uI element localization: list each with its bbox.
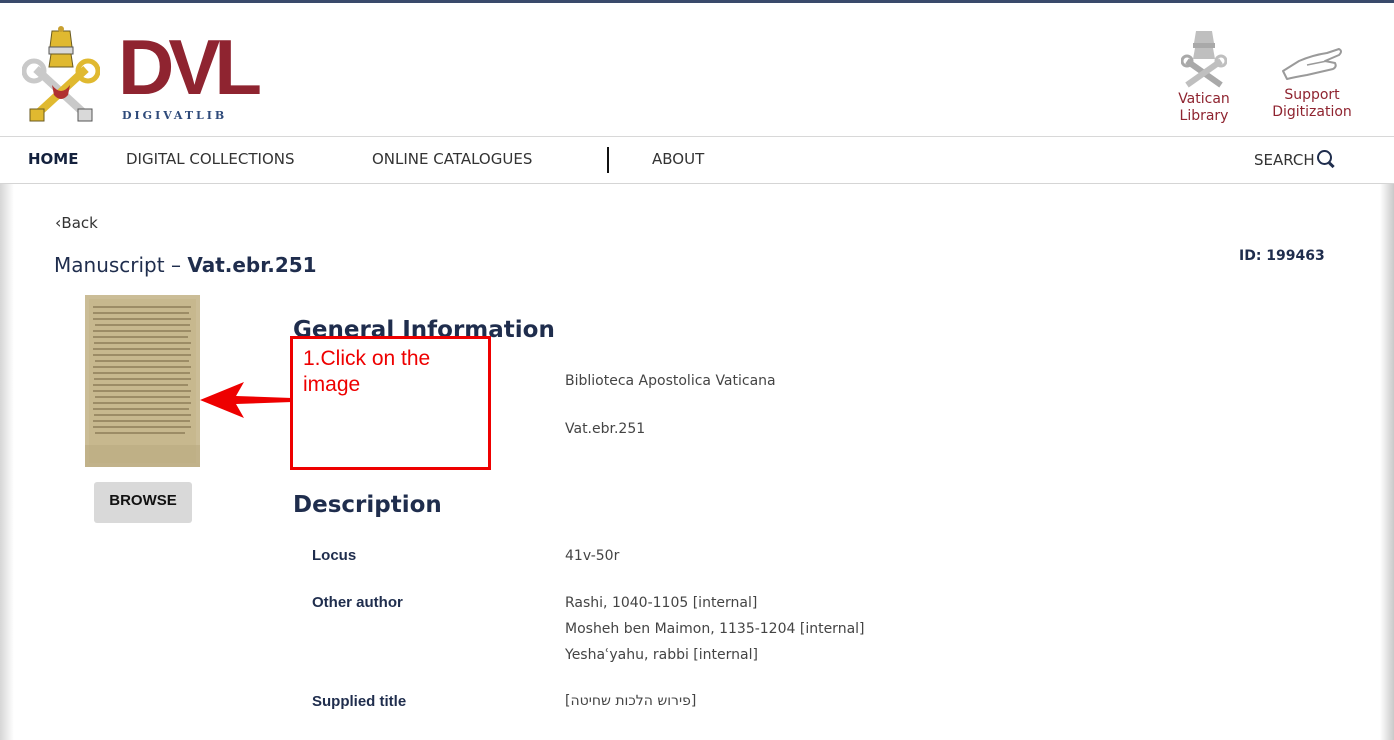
annotation-text-line1: 1.Click on the	[303, 347, 431, 370]
record-id: ID: 199463	[1239, 248, 1325, 264]
back-link[interactable]: ‹Back	[55, 213, 98, 232]
browse-button[interactable]: BROWSE	[94, 482, 192, 523]
holding-institution-value: Biblioteca Apostolica Vaticana	[565, 373, 776, 389]
dvl-logo[interactable]: DVL	[118, 27, 262, 107]
nav-home[interactable]: HOME	[28, 150, 78, 168]
back-label: Back	[61, 214, 98, 232]
papal-crest-logo[interactable]	[21, 25, 101, 125]
manuscript-thumbnail[interactable]	[85, 295, 200, 467]
support-line2: Digitization	[1272, 104, 1352, 120]
search-button[interactable]: SEARCH	[1254, 150, 1332, 169]
annotation-arrow-icon	[200, 382, 292, 418]
search-icon	[1316, 150, 1332, 165]
nav-about[interactable]: ABOUT	[652, 150, 704, 168]
support-digitization-link[interactable]: Support Digitization	[1256, 41, 1368, 131]
vatican-crest-icon	[1181, 31, 1227, 88]
search-label: SEARCH	[1254, 151, 1315, 169]
nav-divider	[607, 147, 609, 173]
description-heading: Description	[293, 492, 442, 518]
other-author-label: Other author	[312, 594, 403, 611]
vatican-library-line2: Library	[1179, 108, 1229, 124]
main-nav: HOME DIGITAL COLLECTIONS ONLINE CATALOGU…	[0, 137, 1394, 184]
site-header: DVL DIGIVATLIB Vatican Library Support D…	[0, 3, 1394, 137]
nav-digital-collections[interactable]: DIGITAL COLLECTIONS	[126, 150, 295, 168]
left-gutter-shadow	[0, 184, 14, 740]
right-gutter-shadow	[1380, 184, 1394, 740]
title-shelfmark: Vat.ebr.251	[187, 253, 317, 277]
locus-label: Locus	[312, 547, 357, 564]
shelfmark-value: Vat.ebr.251	[565, 421, 646, 437]
title-prefix: Manuscript –	[54, 253, 188, 277]
annotation-text-line2: image	[303, 373, 361, 396]
logo-subtitle: DIGIVATLIB	[122, 109, 228, 122]
hand-icon	[1282, 48, 1342, 80]
other-author-value-1[interactable]: Rashi, 1040-1105 [internal]	[565, 590, 757, 616]
supplied-title-value: [פירוש הלכות שחיטה]	[565, 693, 697, 709]
support-line1: Support	[1284, 87, 1340, 103]
supplied-title-label: Supplied title	[312, 693, 407, 710]
annotation-text: 1.Click on the image	[303, 346, 483, 398]
other-author-value-2[interactable]: Mosheh ben Maimon, 1135-1204 [internal]	[565, 616, 865, 642]
nav-online-catalogues[interactable]: ONLINE CATALOGUES	[372, 150, 532, 168]
other-author-value-3[interactable]: Yeshaʿyahu, rabbi [internal]	[565, 642, 758, 668]
vatican-library-line1: Vatican	[1178, 91, 1230, 107]
locus-value: 41v-50r	[565, 548, 620, 564]
vatican-library-link[interactable]: Vatican Library	[1168, 27, 1240, 131]
page-title: Manuscript – Vat.ebr.251	[54, 253, 317, 277]
